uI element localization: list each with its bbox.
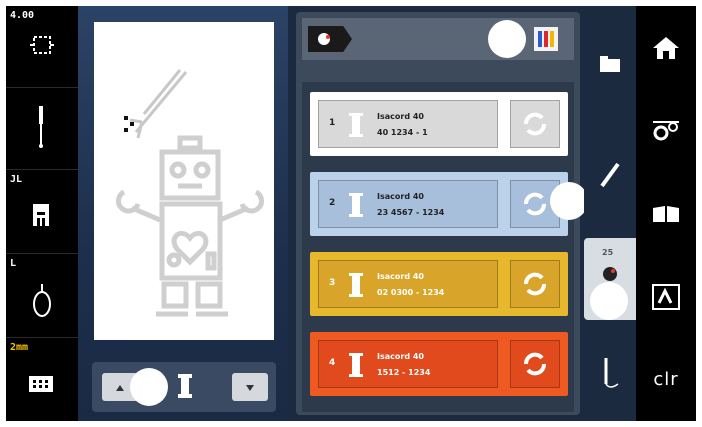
needle-thread-icon xyxy=(604,358,619,388)
spool-icon xyxy=(178,374,192,398)
change-color-button[interactable] xyxy=(510,340,560,388)
thread-name: Isacord 40 xyxy=(377,112,424,121)
color-mode-tab[interactable]: 25 xyxy=(584,238,636,320)
color-number: 2 xyxy=(329,198,336,208)
color-row-1[interactable]: 1 Isacord 40 40 1234 - 1 xyxy=(310,92,568,156)
embroidery-canvas[interactable] xyxy=(94,22,274,340)
home-button[interactable] xyxy=(636,6,696,89)
tutorial-button[interactable] xyxy=(636,172,696,255)
right-function-panel: clr xyxy=(636,6,696,421)
thread-code: 23 4567 - 1234 xyxy=(377,208,445,217)
thread-plate[interactable]: 4 Isacord 40 1512 - 1234 xyxy=(318,340,498,388)
stitch-length-cell[interactable]: 2mm xyxy=(6,338,78,421)
thread-name: Isacord 40 xyxy=(377,352,424,361)
highlight-circle-4 xyxy=(590,282,628,320)
thread-code: 02 0300 - 1234 xyxy=(377,288,445,297)
rocket-design xyxy=(129,69,188,139)
clear-button[interactable]: clr xyxy=(636,338,696,421)
presser-foot-cell[interactable]: L xyxy=(6,254,78,338)
color-row-3[interactable]: 3 Isacord 40 02 0300 - 1234 xyxy=(310,252,568,316)
embroidery-foot-icon xyxy=(33,284,51,317)
spool-icon xyxy=(349,353,363,377)
folder-tab[interactable] xyxy=(584,36,636,96)
change-color-button[interactable] xyxy=(510,260,560,308)
stitch-plate-icon xyxy=(33,204,49,226)
highlight-circle-2 xyxy=(488,20,526,58)
tab-badge: 25 xyxy=(602,248,614,257)
mode-side-column: 25 xyxy=(584,6,636,421)
stitch-length-label: 2mm xyxy=(10,342,29,353)
grid-icon xyxy=(29,376,53,392)
thread-color-list: 1 Isacord 40 40 1234 - 1 2 Isacord 40 23… xyxy=(302,82,588,412)
color-panel-header xyxy=(302,18,574,60)
clr-label: clr xyxy=(653,369,679,390)
stitch-out-tab[interactable] xyxy=(584,346,636,406)
robot-design-preview xyxy=(116,69,264,317)
header-tab[interactable] xyxy=(308,26,352,52)
speed-cell[interactable]: 4.00 xyxy=(6,6,78,88)
robot-thumbnail-icon xyxy=(318,33,330,45)
thread-plate[interactable]: 1 Isacord 40 40 1234 - 1 xyxy=(318,100,498,148)
embroidery-work-area xyxy=(78,6,288,421)
folder-icon xyxy=(600,56,620,72)
robot-legs xyxy=(156,281,228,317)
pencil-icon xyxy=(600,162,620,188)
stitch-plate-cell[interactable]: JL xyxy=(6,170,78,254)
guide-icon xyxy=(652,283,680,310)
thread-name: Isacord 40 xyxy=(377,192,424,201)
thread-plate[interactable]: 3 Isacord 40 02 0300 - 1234 xyxy=(318,260,498,308)
hoop-icon xyxy=(30,36,54,54)
highlight-circle-1 xyxy=(130,368,168,406)
refresh-icon xyxy=(524,352,546,376)
stitch-label: JL xyxy=(10,174,23,185)
left-status-panel: 4.00 JL L 2mm xyxy=(6,6,78,421)
spool-icon xyxy=(349,193,363,217)
refresh-icon xyxy=(524,192,546,216)
needle-cell[interactable] xyxy=(6,88,78,170)
thread-code: 40 1234 - 1 xyxy=(377,128,428,137)
robot-body xyxy=(159,201,223,281)
guide-button[interactable] xyxy=(636,255,696,338)
rocket-window xyxy=(124,116,134,132)
settings-button[interactable] xyxy=(636,89,696,172)
edit-tab[interactable] xyxy=(584,146,636,206)
thread-name: Isacord 40 xyxy=(377,272,424,281)
robot-head xyxy=(159,135,221,201)
color-palette-button[interactable] xyxy=(534,27,558,51)
color-navigation-toolbar xyxy=(92,362,276,412)
arrow-down-icon xyxy=(246,385,254,391)
foot-label: L xyxy=(10,258,17,269)
thread-plate[interactable]: 2 Isacord 40 23 4567 - 1234 xyxy=(318,180,498,228)
refresh-icon xyxy=(524,272,546,296)
speed-label: 4.00 xyxy=(10,10,35,21)
open-book-icon xyxy=(653,205,679,222)
robot-thumbnail-icon xyxy=(603,267,617,281)
spool-icon xyxy=(349,273,363,297)
needle-icon xyxy=(39,106,43,148)
color-number: 3 xyxy=(329,278,336,288)
color-number: 1 xyxy=(329,118,336,128)
color-number: 4 xyxy=(329,358,336,368)
highlight-circle-3 xyxy=(550,182,588,220)
color-palette-icon xyxy=(538,31,554,47)
color-row-4[interactable]: 4 Isacord 40 1512 - 1234 xyxy=(310,332,568,396)
scroll-down-button[interactable] xyxy=(232,373,268,401)
settings-gear-icon xyxy=(653,120,679,140)
color-row-2[interactable]: 2 Isacord 40 23 4567 - 1234 xyxy=(310,172,588,236)
thread-code: 1512 - 1234 xyxy=(377,368,431,377)
change-color-button[interactable] xyxy=(510,100,560,148)
refresh-icon xyxy=(524,112,546,136)
color-change-panel: 1 Isacord 40 40 1234 - 1 2 Isacord 40 23… xyxy=(296,12,588,415)
spool-icon xyxy=(349,113,363,137)
embroidery-screen: 4.00 JL L 2mm 1 Isacord 40 40 1234 - 1 2… xyxy=(6,6,696,421)
home-icon xyxy=(653,36,679,59)
